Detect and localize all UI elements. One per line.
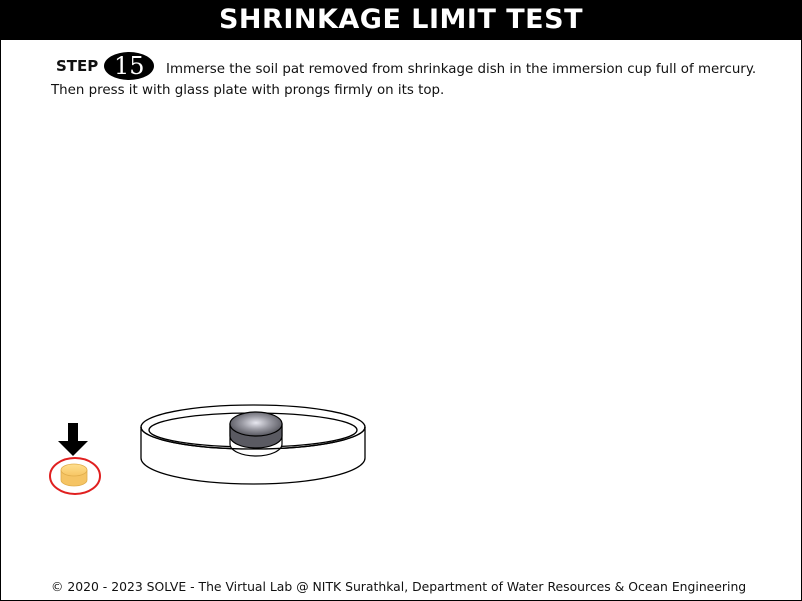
footer-copyright: © 2020 - 2023 SOLVE - The Virtual Lab @ …	[51, 579, 747, 594]
down-arrow-icon	[58, 423, 88, 456]
lab-scene	[49, 404, 366, 495]
soil-pat[interactable]	[60, 463, 88, 487]
